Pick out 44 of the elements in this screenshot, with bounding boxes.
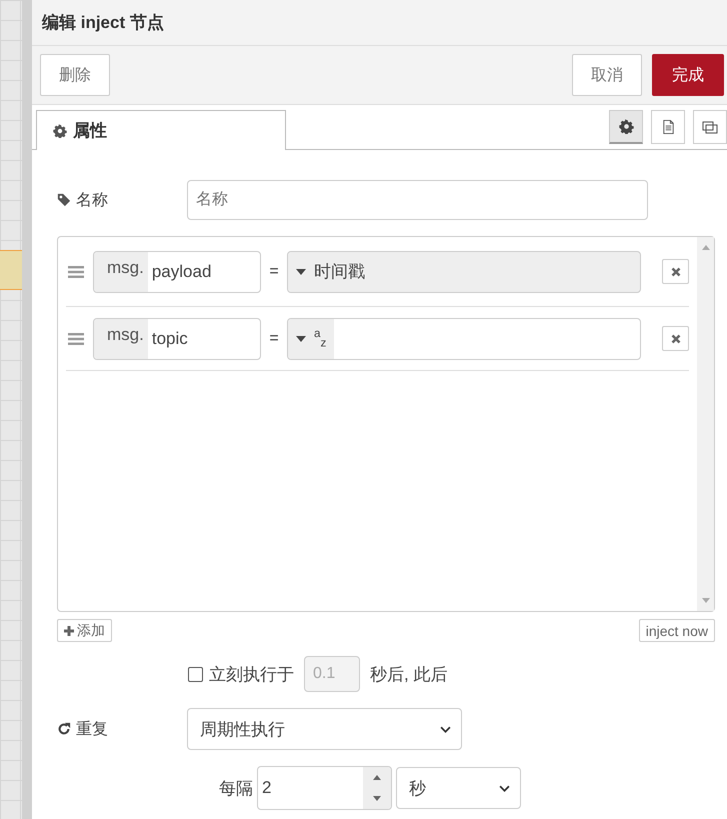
- settings-button[interactable]: [609, 110, 643, 144]
- value-type-field[interactable]: 时间戳: [287, 250, 641, 292]
- interval-field[interactable]: 2: [257, 766, 392, 810]
- chevron-down-icon: [440, 726, 451, 732]
- done-button[interactable]: 完成: [652, 54, 724, 96]
- properties-tab[interactable]: 属性: [36, 110, 286, 150]
- tag-icon: [57, 193, 71, 207]
- drag-handle-icon[interactable]: [68, 332, 84, 344]
- property-field[interactable]: msg. payload: [93, 250, 261, 292]
- delete-button[interactable]: 删除: [40, 54, 110, 96]
- equals-sign: =: [268, 330, 280, 348]
- drag-handle-icon[interactable]: [68, 266, 84, 278]
- repeat-icon: [57, 722, 71, 736]
- increment-icon[interactable]: [373, 775, 381, 780]
- gear-icon: [53, 124, 67, 138]
- close-icon: [670, 334, 680, 344]
- close-icon: [670, 266, 680, 276]
- property-field[interactable]: msg. topic: [93, 318, 261, 360]
- repeat-label: 重复: [76, 720, 108, 740]
- name-label: 名称: [76, 190, 108, 210]
- overlapping-squares-icon: [702, 119, 718, 135]
- document-button[interactable]: [651, 110, 685, 144]
- remove-button[interactable]: [662, 259, 689, 284]
- flow-node: [0, 250, 22, 290]
- name-field[interactable]: 名称: [187, 180, 648, 220]
- repeat-select[interactable]: 周期性执行: [187, 708, 462, 750]
- plus-icon: [64, 626, 74, 636]
- add-button[interactable]: 添加: [57, 619, 112, 642]
- cancel-button[interactable]: 取消: [572, 54, 642, 96]
- inject-once-label: 立刻执行于: [209, 664, 294, 686]
- decrement-icon[interactable]: [373, 796, 381, 801]
- delay-suffix: 秒后, 此后: [370, 664, 448, 686]
- document-icon: [660, 119, 676, 135]
- unit-select[interactable]: 秒: [396, 767, 521, 809]
- caret-icon: [296, 268, 306, 274]
- interval-label: 每隔: [219, 778, 253, 800]
- dialog-title: 编辑 inject 节点: [32, 0, 727, 46]
- caret-icon: [296, 336, 306, 342]
- settings-icon: [618, 119, 634, 134]
- equals-sign: =: [268, 262, 280, 280]
- remove-button[interactable]: [662, 326, 689, 351]
- chevron-down-icon: [499, 784, 510, 792]
- layout-button[interactable]: [693, 110, 727, 144]
- inject-now-button[interactable]: inject now: [638, 619, 715, 642]
